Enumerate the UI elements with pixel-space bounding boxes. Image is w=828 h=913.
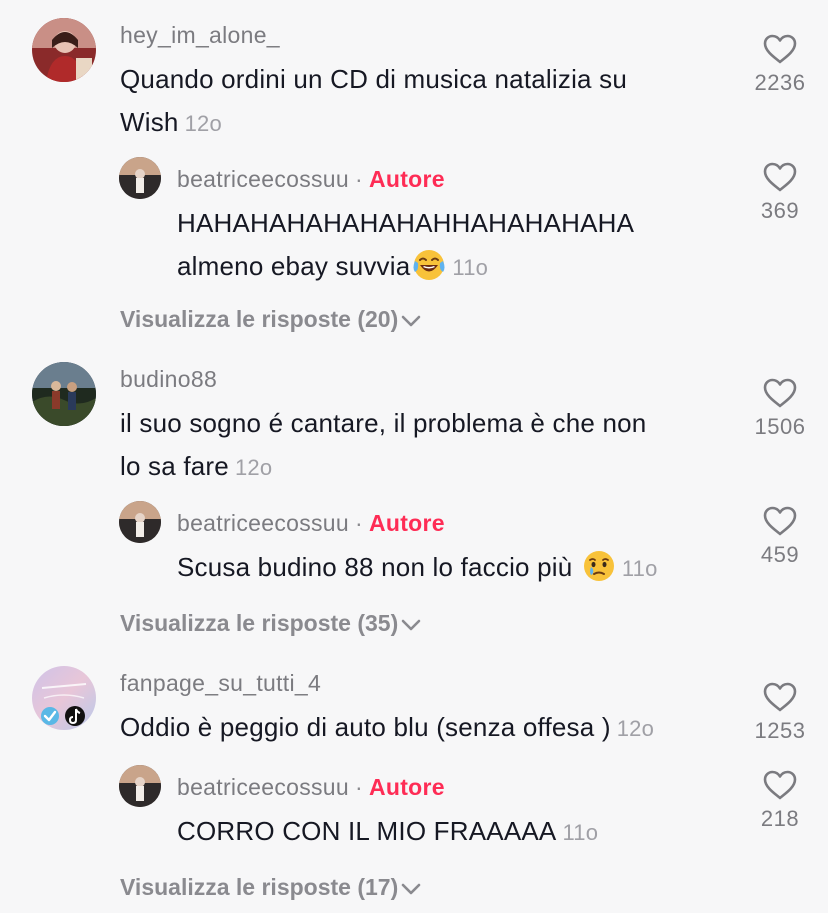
- reply-text-line: almeno ebay suvvia 11o: [177, 245, 634, 289]
- separator-dot: ·: [355, 774, 363, 800]
- reply-text-line: HAHAHAHAHAHAHAHHAHAHAHAHA: [177, 208, 635, 238]
- reply-text: CORRO CON IL MIO FRAAAAA 11o: [177, 810, 598, 854]
- view-replies-label: Visualizza le risposte (20): [120, 306, 399, 332]
- reply-text-end: CORRO CON IL MIO FRAAAAA: [177, 816, 557, 846]
- comment-username[interactable]: budino88: [120, 366, 217, 393]
- avatar[interactable]: [32, 362, 96, 426]
- heart-outline-icon[interactable]: [763, 770, 797, 800]
- heart-outline-icon[interactable]: [763, 682, 797, 712]
- like-count: 369: [760, 198, 800, 223]
- heart-outline-icon[interactable]: [763, 378, 797, 408]
- chevron-down-icon: [401, 883, 421, 895]
- comment-text-end: lo sa fare: [120, 451, 229, 481]
- comment-text-line: Quando ordini un CD di musica natalizia …: [120, 64, 627, 94]
- comment-text: Quando ordini un CD di musica natalizia …: [120, 58, 627, 145]
- like-count: 1506: [754, 414, 806, 439]
- reply-text-line: CORRO CON IL MIO FRAAAAA 11o: [177, 810, 598, 854]
- comment-text-line: Wish 12o: [120, 101, 627, 145]
- comment-username[interactable]: hey_im_alone_: [120, 22, 280, 49]
- avatar[interactable]: [32, 18, 96, 82]
- like-button[interactable]: 218: [735, 770, 825, 832]
- view-replies-button[interactable]: Visualizza le risposte (20): [120, 306, 422, 333]
- like-button[interactable]: 1506: [735, 378, 825, 440]
- like-button[interactable]: 1253: [735, 682, 825, 744]
- comment-text: Oddio è peggio di auto blu (senza offesa…: [120, 706, 654, 750]
- comment-text-line: Oddio è peggio di auto blu (senza offesa…: [120, 706, 654, 750]
- heart-outline-icon[interactable]: [763, 162, 797, 192]
- reply-text: HAHAHAHAHAHAHAHHAHAHAHAHA almeno ebay su…: [177, 202, 634, 289]
- comment-time: 12o: [184, 111, 222, 136]
- view-replies-label: Visualizza le risposte (17): [120, 874, 399, 900]
- reply-text-end: almeno ebay suvvia: [177, 251, 411, 281]
- reply-time: 11o: [562, 820, 599, 845]
- like-button[interactable]: 2236: [735, 34, 825, 96]
- chevron-down-icon: [401, 315, 421, 327]
- comment-time: 12o: [234, 455, 273, 480]
- comment-text-line: lo sa fare 12o: [120, 445, 646, 489]
- sad-tear-emoji: [583, 551, 614, 581]
- view-replies-button[interactable]: Visualizza le risposte (35): [120, 610, 422, 637]
- author-badge: Autore: [368, 510, 445, 536]
- reply-username[interactable]: beatriceecossuu: [177, 774, 349, 800]
- like-count: 1253: [754, 718, 806, 743]
- avatar[interactable]: [119, 157, 161, 199]
- comment-text-end: Oddio è peggio di auto blu (senza offesa…: [120, 712, 611, 742]
- comment-username[interactable]: fanpage_su_tutti_4: [120, 670, 321, 697]
- like-button[interactable]: 369: [735, 162, 825, 224]
- chevron-down-icon: [401, 619, 421, 631]
- reply-username-row: beatriceecossuu · Autore: [177, 166, 445, 193]
- heart-outline-icon[interactable]: [763, 34, 797, 64]
- avatar[interactable]: [119, 501, 161, 543]
- reply-text-line: Scusa budino 88 non lo faccio più 11o: [177, 546, 658, 590]
- reply-username-row: beatriceecossuu · Autore: [177, 774, 445, 801]
- comments-panel: hey_im_alone_ Quando ordini un CD di mus…: [0, 0, 828, 913]
- comment-text-end: Wish: [120, 107, 179, 137]
- reply-username[interactable]: beatriceecossuu: [177, 166, 349, 192]
- view-replies-label: Visualizza le risposte (35): [120, 610, 399, 636]
- view-replies-button[interactable]: Visualizza le risposte (17): [120, 874, 422, 901]
- like-button[interactable]: 459: [735, 506, 825, 568]
- reply-text: Scusa budino 88 non lo faccio più 11o: [177, 546, 658, 590]
- reply-username-row: beatriceecossuu · Autore: [177, 510, 445, 537]
- author-badge: Autore: [368, 166, 445, 192]
- tears-of-joy-emoji: [413, 250, 445, 280]
- reply-text-end: Scusa budino 88 non lo faccio più: [177, 552, 573, 582]
- like-count: 2236: [754, 70, 806, 95]
- comment-text-line: il suo sogno é cantare, il problema è ch…: [120, 408, 647, 438]
- separator-dot: ·: [355, 166, 363, 192]
- author-badge: Autore: [368, 774, 445, 800]
- separator-dot: ·: [355, 510, 363, 536]
- reply-time: 11o: [452, 255, 489, 280]
- avatar[interactable]: [119, 765, 161, 807]
- reply-username[interactable]: beatriceecossuu: [177, 510, 349, 536]
- like-count: 218: [760, 806, 800, 831]
- comment-text: il suo sogno é cantare, il problema è ch…: [120, 402, 646, 489]
- avatar[interactable]: [32, 666, 96, 730]
- comment-time: 12o: [616, 716, 655, 741]
- heart-outline-icon[interactable]: [763, 506, 797, 536]
- like-count: 459: [760, 542, 800, 567]
- reply-time: 11o: [621, 556, 658, 581]
